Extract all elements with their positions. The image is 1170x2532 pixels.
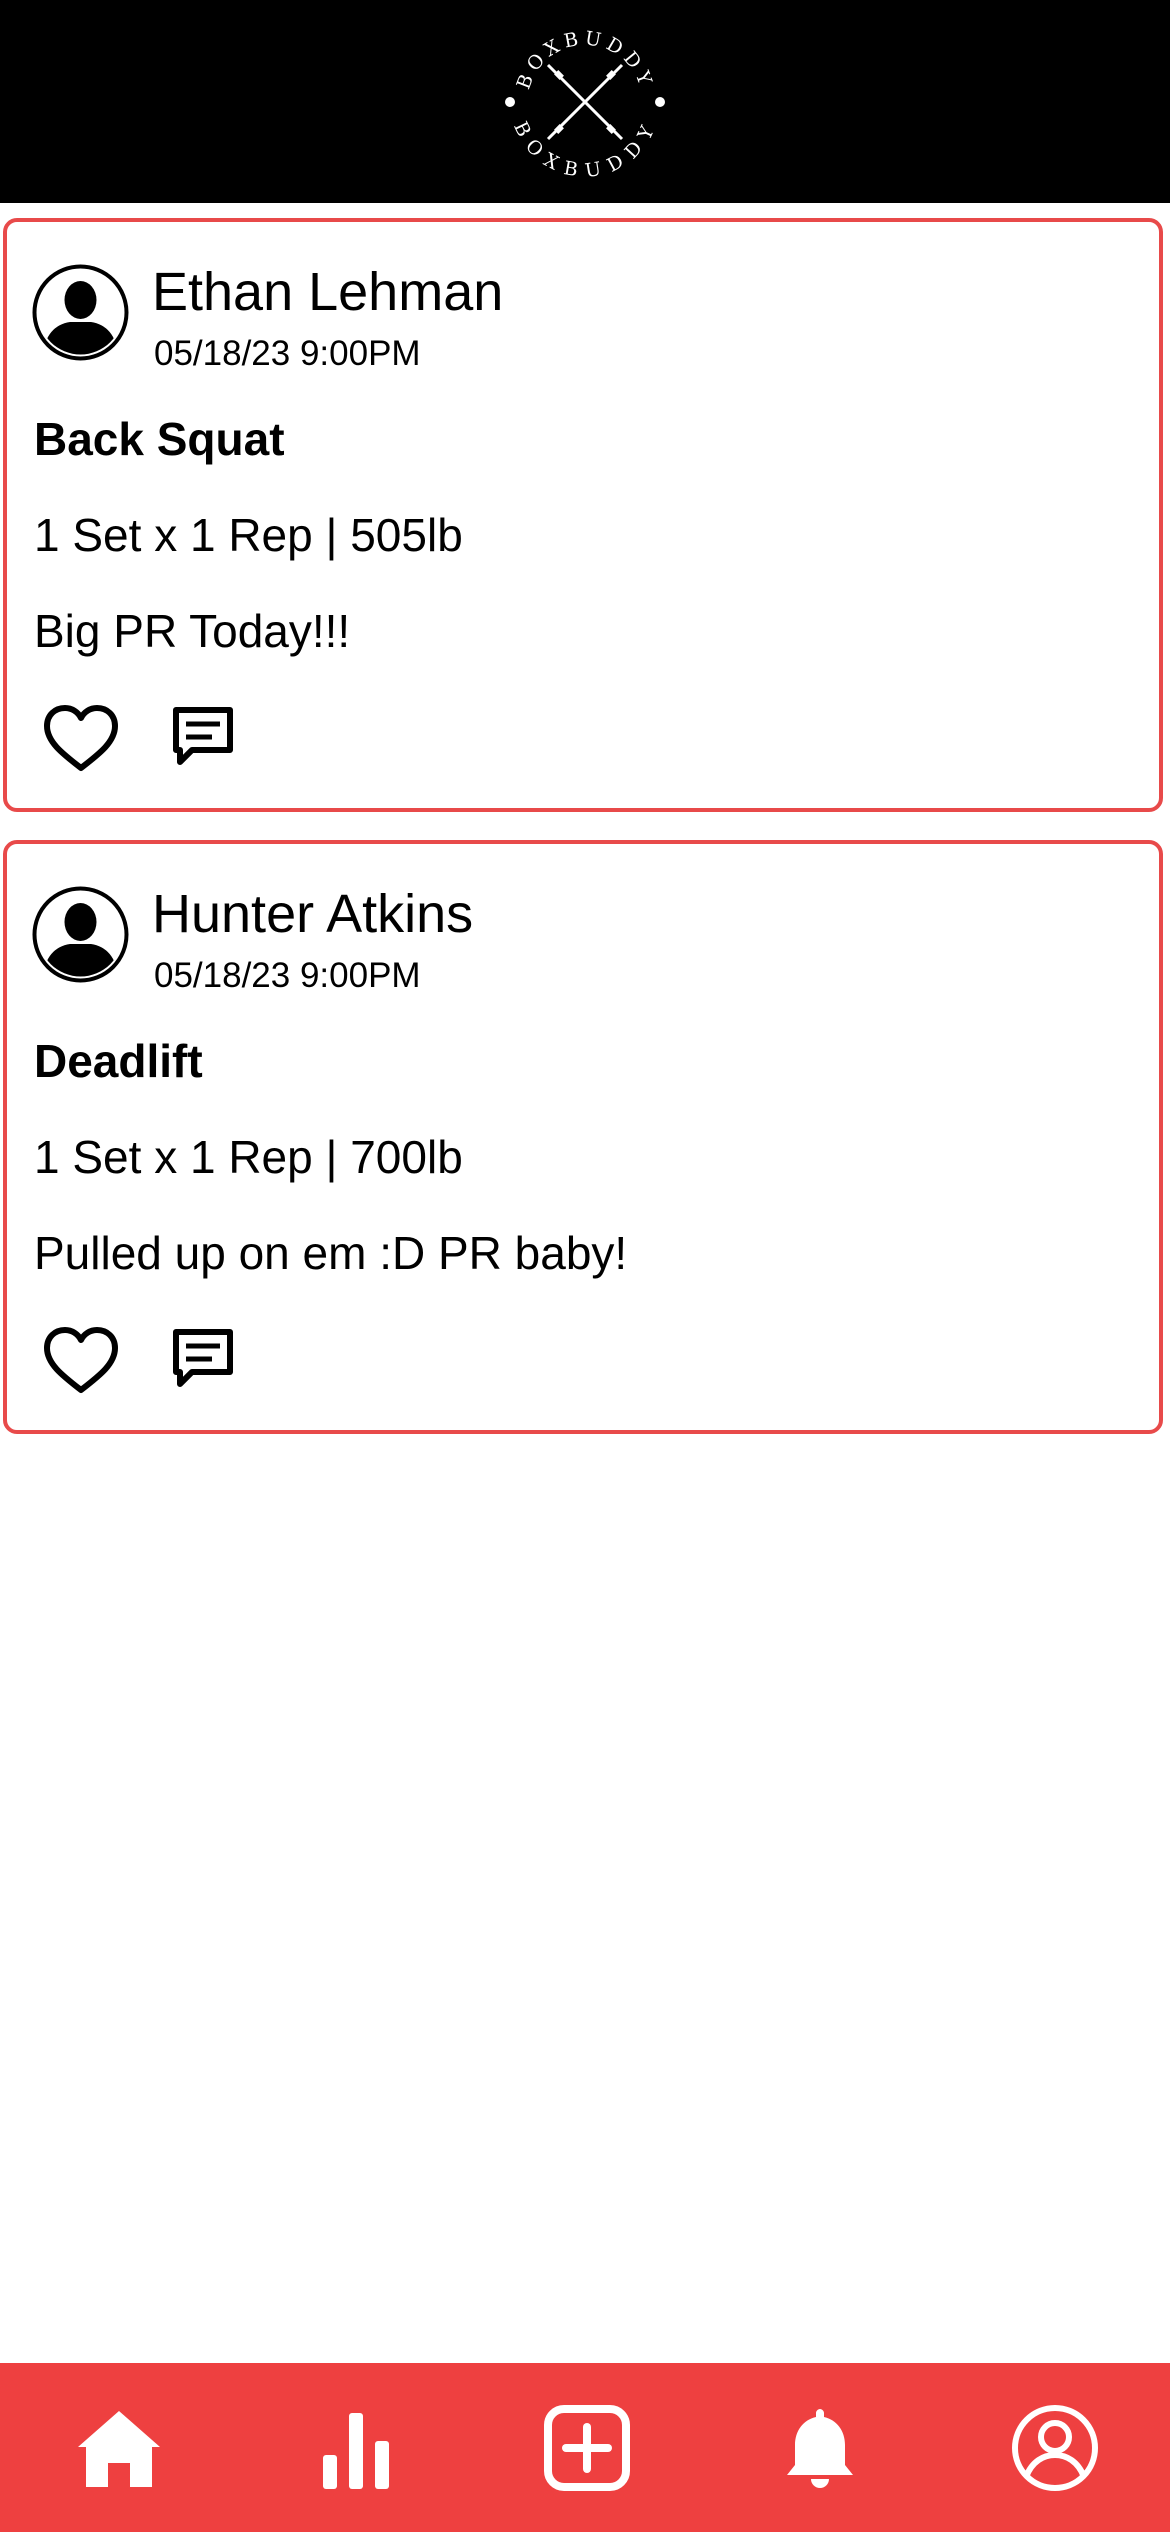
svg-text:BOXBUDDY: BOXBUDDY — [512, 27, 657, 92]
bell-icon[interactable] — [775, 2403, 865, 2493]
svg-text:BOXBUDDY: BOXBUDDY — [509, 118, 661, 182]
post-author-name[interactable]: Ethan Lehman — [152, 260, 503, 324]
post-caption: Big PR Today!!! — [34, 605, 351, 657]
post-timestamp: 05/18/23 9:00PM — [154, 956, 421, 995]
bottom-tab-bar — [0, 2363, 1170, 2532]
post-timestamp: 05/18/23 9:00PM — [154, 334, 421, 373]
heart-outline-icon[interactable] — [43, 1326, 119, 1396]
heart-outline-icon[interactable] — [43, 704, 119, 774]
post-card: Ethan Lehman 05/18/23 9:00PM Back Squat … — [3, 218, 1163, 812]
add-square-icon[interactable] — [542, 2403, 632, 2493]
comment-icon[interactable] — [170, 1326, 236, 1392]
profile-circle-icon[interactable] — [1010, 2403, 1100, 2493]
app-header: BOXBUDDY BOXBUDDY — [0, 0, 1170, 203]
post-exercise: Back Squat — [34, 413, 285, 465]
post-exercise: Deadlift — [34, 1035, 203, 1087]
user-silhouette-icon[interactable] — [32, 886, 129, 983]
bar-chart-icon[interactable] — [311, 2403, 401, 2493]
boxbuddy-logo: BOXBUDDY BOXBUDDY — [500, 17, 670, 187]
post-set-detail: 1 Set x 1 Rep | 505lb — [34, 509, 463, 561]
post-set-detail: 1 Set x 1 Rep | 700lb — [34, 1131, 463, 1183]
home-icon[interactable] — [74, 2403, 164, 2493]
post-caption: Pulled up on em :D PR baby! — [34, 1227, 628, 1279]
comment-icon[interactable] — [170, 704, 236, 770]
user-silhouette-icon[interactable] — [32, 264, 129, 361]
post-card: Hunter Atkins 05/18/23 9:00PM Deadlift 1… — [3, 840, 1163, 1434]
post-author-name[interactable]: Hunter Atkins — [152, 882, 473, 946]
